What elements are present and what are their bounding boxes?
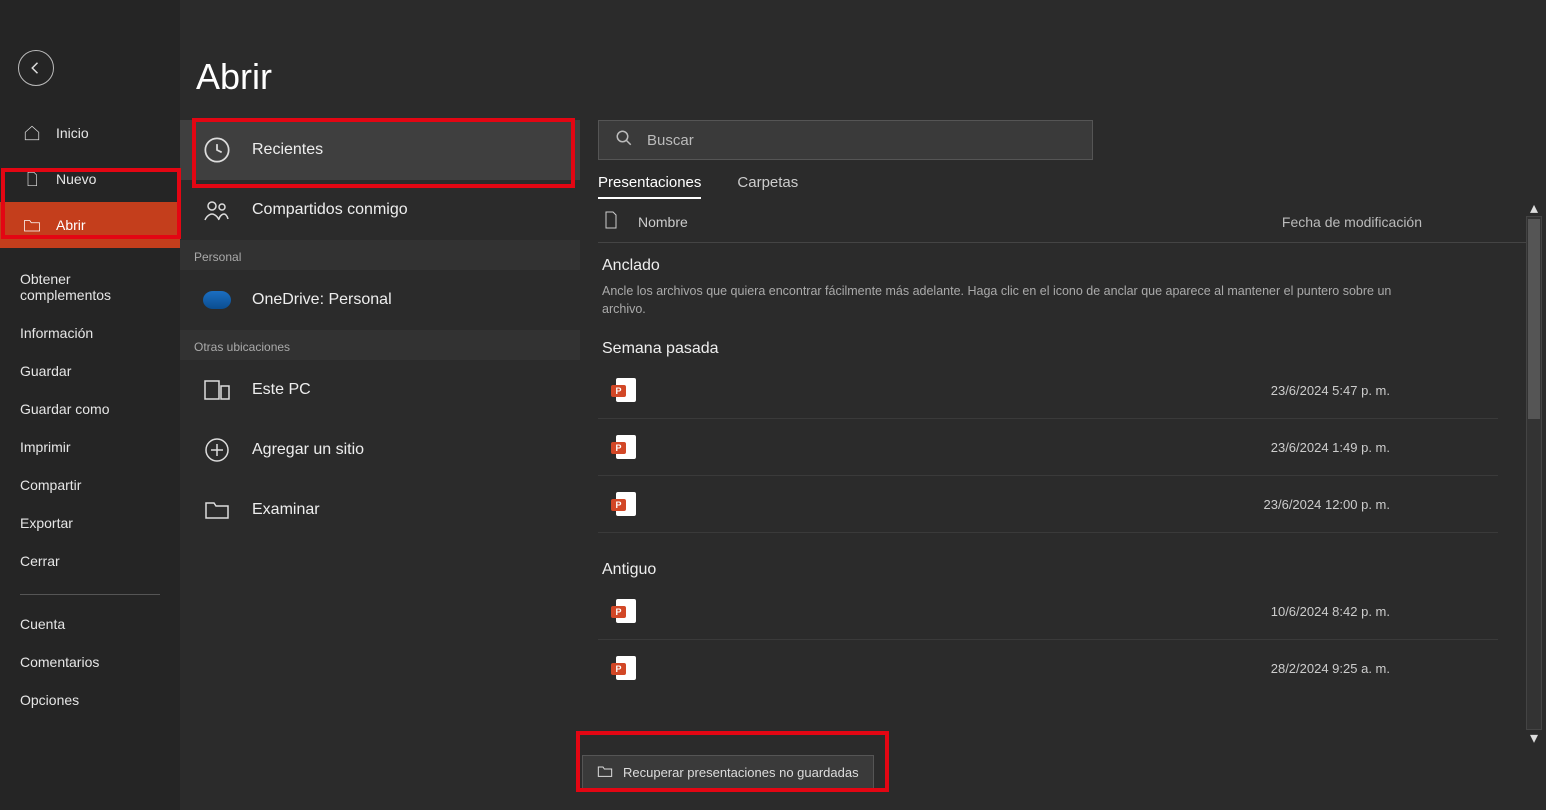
search-placeholder: Buscar: [647, 132, 694, 149]
sidebar-item-feedback[interactable]: Comentarios: [0, 643, 180, 681]
recent-files-pane: Buscar Presentaciones Carpetas Nombre Fe…: [580, 0, 1546, 810]
location-label: OneDrive: Personal: [252, 291, 392, 309]
section-lastweek-title: Semana pasada: [598, 326, 1498, 362]
list-header: Nombre Fecha de modificación: [598, 199, 1528, 243]
sidebar-item-label: Exportar: [20, 515, 73, 531]
clock-icon: [202, 135, 232, 165]
powerpoint-file-icon: [616, 492, 636, 516]
location-label: Este PC: [252, 381, 311, 399]
sidebar-item-save[interactable]: Guardar: [0, 352, 180, 390]
powerpoint-file-icon: [616, 435, 636, 459]
file-row[interactable]: 28/2/2024 9:25 a. m.: [598, 640, 1498, 696]
section-older-title: Antiguo: [598, 547, 1498, 583]
file-row[interactable]: 23/6/2024 12:00 p. m.: [598, 476, 1498, 533]
locations-other-heading: Otras ubicaciones: [180, 330, 580, 360]
location-addplace[interactable]: Agregar un sitio: [180, 420, 580, 480]
section-pinned-title: Anclado: [598, 243, 1498, 279]
sidebar-item-label: Guardar como: [20, 401, 109, 417]
sidebar-item-label: Cuenta: [20, 616, 65, 632]
powerpoint-file-icon: [616, 378, 636, 402]
sidebar-item-addins[interactable]: Obtener complementos: [0, 260, 180, 314]
search-input[interactable]: Buscar: [598, 120, 1093, 160]
file-date: 23/6/2024 5:47 p. m.: [1271, 383, 1390, 398]
file-date: 23/6/2024 1:49 p. m.: [1271, 440, 1390, 455]
scroll-down-icon[interactable]: ▾: [1527, 731, 1541, 745]
sidebar-item-options[interactable]: Opciones: [0, 681, 180, 719]
sidebar-item-account[interactable]: Cuenta: [0, 605, 180, 643]
recover-unsaved-label: Recuperar presentaciones no guardadas: [623, 765, 859, 780]
file-date: 10/6/2024 8:42 p. m.: [1271, 604, 1390, 619]
sidebar-item-new[interactable]: Nuevo: [0, 156, 180, 202]
folder-icon: [202, 495, 232, 525]
sidebar-item-label: Guardar: [20, 363, 71, 379]
scrollbar-thumb[interactable]: [1528, 219, 1540, 419]
sidebar-item-label: Obtener complementos: [20, 271, 160, 303]
sidebar-item-label: Inicio: [56, 125, 89, 141]
recover-unsaved-button[interactable]: Recuperar presentaciones no guardadas: [582, 755, 874, 790]
home-icon: [20, 121, 44, 145]
folder-icon: [597, 764, 613, 781]
open-locations-panel: Abrir Recientes Compartidos conmigo Pers…: [180, 0, 580, 810]
sidebar-item-share[interactable]: Compartir: [0, 466, 180, 504]
sidebar-item-export[interactable]: Exportar: [0, 504, 180, 542]
people-icon: [202, 195, 232, 225]
sidebar-item-close[interactable]: Cerrar: [0, 542, 180, 580]
location-label: Compartidos conmigo: [252, 201, 408, 219]
scrollbar[interactable]: ▴ ▾: [1526, 216, 1542, 730]
locations-personal-heading: Personal: [180, 240, 580, 270]
document-icon: [604, 211, 618, 232]
scroll-up-icon[interactable]: ▴: [1527, 201, 1541, 215]
onedrive-icon: [202, 285, 232, 315]
location-thispc[interactable]: Este PC: [180, 360, 580, 420]
back-button[interactable]: [18, 50, 54, 86]
sidebar-item-label: Opciones: [20, 692, 79, 708]
addplace-icon: [202, 435, 232, 465]
sidebar-item-info[interactable]: Información: [0, 314, 180, 352]
sidebar-item-label: Comentarios: [20, 654, 99, 670]
file-row[interactable]: 10/6/2024 8:42 p. m.: [598, 583, 1498, 640]
location-onedrive[interactable]: OneDrive: Personal: [180, 270, 580, 330]
powerpoint-file-icon: [616, 599, 636, 623]
sidebar-item-label: Compartir: [20, 477, 81, 493]
page-title: Abrir: [180, 40, 580, 120]
file-row[interactable]: 23/6/2024 1:49 p. m.: [598, 419, 1498, 476]
file-row[interactable]: 23/6/2024 5:47 p. m.: [598, 362, 1498, 419]
sidebar-item-label: Información: [20, 325, 93, 341]
sidebar-item-label: Imprimir: [20, 439, 71, 455]
tab-folders[interactable]: Carpetas: [737, 174, 798, 199]
search-icon: [615, 129, 633, 151]
location-label: Agregar un sitio: [252, 441, 364, 459]
section-pinned-message: Ancle los archivos que quiera encontrar …: [598, 279, 1426, 326]
tab-presentations[interactable]: Presentaciones: [598, 174, 701, 199]
location-label: Examinar: [252, 501, 320, 519]
sidebar-item-label: Cerrar: [20, 553, 60, 569]
column-name[interactable]: Nombre: [638, 214, 688, 230]
powerpoint-file-icon: [616, 656, 636, 680]
sidebar-item-label: Nuevo: [56, 171, 96, 187]
sidebar-item-home[interactable]: Inicio: [0, 110, 180, 156]
thispc-icon: [202, 375, 232, 405]
document-icon: [20, 167, 44, 191]
file-date: 28/2/2024 9:25 a. m.: [1271, 661, 1390, 676]
location-browse[interactable]: Examinar: [180, 480, 580, 540]
location-shared[interactable]: Compartidos conmigo: [180, 180, 580, 240]
sidebar-item-print[interactable]: Imprimir: [0, 428, 180, 466]
folder-open-icon: [20, 213, 44, 237]
sidebar-item-open[interactable]: Abrir: [0, 202, 180, 248]
location-label: Recientes: [252, 141, 323, 159]
backstage-sidebar: Inicio Nuevo Abrir Obtener complementos …: [0, 0, 180, 810]
sidebar-item-saveas[interactable]: Guardar como: [0, 390, 180, 428]
location-recent[interactable]: Recientes: [180, 120, 580, 180]
sidebar-item-label: Abrir: [56, 217, 86, 233]
column-modified[interactable]: Fecha de modificación: [1282, 214, 1422, 230]
file-date: 23/6/2024 12:00 p. m.: [1264, 497, 1390, 512]
